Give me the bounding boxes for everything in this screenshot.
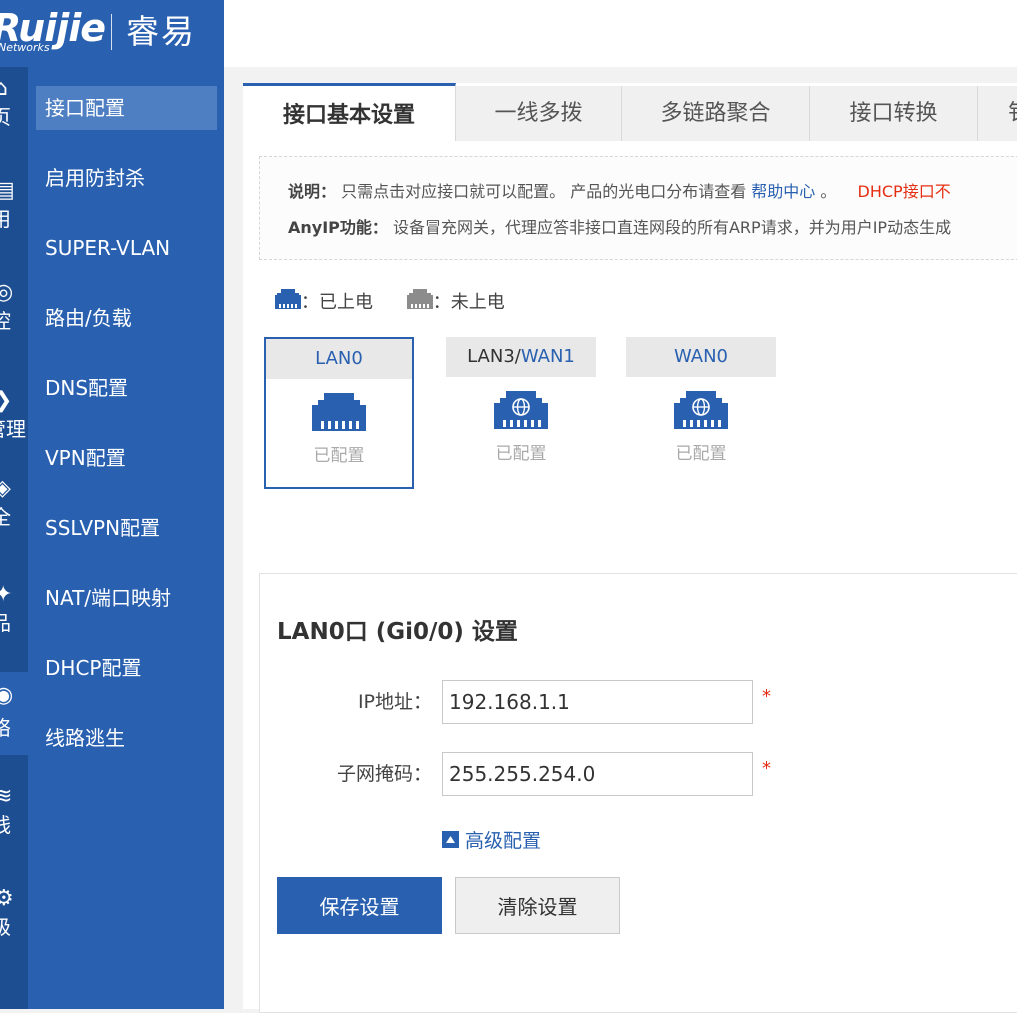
rail-item-monitor[interactable]: ◎ 控 [0,281,28,351]
menu-item-anti-block[interactable]: 启用防封杀 [36,156,217,200]
notice-line-1: 说明： 只需点击对应接口就可以配置。 产品的光电口分布请查看 帮助中心 。 DH… [288,181,951,203]
tab-more[interactable]: 钅 [978,86,1017,141]
rail-item-system[interactable]: ⚙ 级 [0,887,28,957]
content-panel: 接口基本设置 一线多拨 多链路聚合 接口转换 钅 说明： 只需点击对应接口就可以… [243,83,1017,1013]
collapse-triangle-icon [442,831,459,848]
menu-item-interface-config[interactable]: 接口配置 [36,86,217,130]
ip-address-label: IP地址： [357,691,432,713]
tab-bar: 接口基本设置 一线多拨 多链路聚合 接口转换 钅 [243,83,1017,141]
powered-port-icon [275,288,301,314]
anyip-text: 设备冒充网关，代理应答非接口直连网段的所有ARP请求，并为用户IP动态生成 [392,218,952,237]
notice-line-2: AnyIP功能： 设备冒充网关，代理应答非接口直连网段的所有ARP请求，并为用户… [288,217,951,239]
rail-item-label: 管理 [0,417,26,441]
rail-item-label: 控 [0,309,11,333]
rail-item-network[interactable]: ◉ 络 [0,672,28,755]
port-name: LAN3/WAN1 [446,337,596,377]
menu-item-line-failover[interactable]: 线路逃生 [36,716,217,760]
clear-button[interactable]: 清除设置 [455,877,620,934]
notice-text: 只需点击对应接口就可以配置。 产品的光电口分布请查看 [341,182,747,201]
legend-unpowered: ：未上电 [432,292,505,313]
wireless-icon: ≋ [0,784,13,809]
menu-item-vpn[interactable]: VPN配置 [36,436,217,480]
notice-period: 。 [820,182,837,201]
top-bar: Ruijie Networks 睿易 [0,0,1017,67]
advanced-icon: ✦ [0,582,13,607]
tab-multi-dial[interactable]: 一线多拨 [456,86,622,141]
wan-port-icon [674,391,728,433]
rail-item-apps[interactable]: ▤ 用 [0,179,28,249]
rail-item-label: 品 [0,611,11,635]
security-icon: ◈ [0,476,11,501]
menu-item-nat[interactable]: NAT/端口映射 [36,576,217,620]
product-name: 睿易 [126,12,196,51]
advanced-config-toggle[interactable]: 高级配置 [442,826,541,853]
port-status: 已配置 [495,444,547,464]
settings-title: LAN0口 (Gi0/0) 设置 [277,619,518,645]
port-legend: ：已上电 ：未上电 [275,288,533,314]
tab-interface-convert[interactable]: 接口转换 [810,86,978,141]
legend-powered: ：已上电 [301,292,373,313]
rail-item-label: 全 [0,505,11,529]
rail-item-manage[interactable]: ❯ 管理 [0,389,28,459]
port-lan3-wan1[interactable]: LAN3/WAN1 已配置 [446,337,596,489]
menu-item-dns[interactable]: DNS配置 [36,366,217,410]
advanced-config-label: 高级配置 [465,830,542,852]
port-status: 已配置 [313,446,365,466]
main-nav-rail: ⌂ 页 ▤ 用 ◎ 控 ❯ 管理 ◈ 全 ✦ 品 ◉ 络 ≋ 线 ⚙ 级 [0,67,28,1009]
port-status: 已配置 [675,444,727,464]
mask-required-mark: * [762,758,771,779]
rail-item-label: 页 [0,105,11,129]
tab-interface-basic[interactable]: 接口基本设置 [243,83,456,141]
help-center-link[interactable]: 帮助中心 [751,182,815,201]
rail-item-label: 线 [0,813,11,837]
rail-item-wireless[interactable]: ≋ 线 [0,785,28,855]
port-name: LAN0 [266,339,412,379]
wan-port-icon [494,391,548,433]
unpowered-port-icon [406,288,433,314]
rail-item-label: 络 [0,716,11,740]
interface-settings-panel: LAN0口 (Gi0/0) 设置 IP地址： * 子网掩码： * 高级配置 保存… [259,573,1017,1013]
port-name: WAN0 [626,337,776,377]
apps-icon: ▤ [0,178,15,203]
ip-address-input[interactable] [442,680,753,724]
menu-item-sslvpn[interactable]: SSLVPN配置 [36,506,217,550]
dhcp-warning: DHCP接口不 [857,182,951,201]
menu-item-dhcp[interactable]: DHCP配置 [36,646,217,690]
rail-item-label: 用 [0,207,11,231]
rail-item-label: 级 [0,915,11,939]
brand-subline: Networks [0,41,50,54]
save-button[interactable]: 保存设置 [277,877,442,934]
rail-item-home[interactable]: ⌂ 页 [0,77,28,147]
sub-menu: 接口配置 启用防封杀 SUPER-VLAN 路由/负载 DNS配置 VPN配置 … [28,67,224,1009]
brand-logo-area[interactable]: Ruijie Networks 睿易 [0,0,224,67]
menu-item-super-vlan[interactable]: SUPER-VLAN [36,226,217,270]
rail-item-security[interactable]: ◈ 全 [0,477,28,547]
notice-title: 说明： [288,182,337,201]
home-icon: ⌂ [0,76,8,101]
port-wan0[interactable]: WAN0 已配置 [626,337,776,489]
ethernet-port-icon [312,393,366,435]
rail-item-advanced[interactable]: ✦ 品 [0,583,28,653]
menu-item-routing[interactable]: 路由/负载 [36,296,217,340]
system-icon: ⚙ [0,886,14,911]
ip-required-mark: * [762,686,771,707]
manage-icon: ❯ [0,389,12,413]
network-icon: ◉ [0,683,14,708]
subnet-mask-input[interactable] [442,752,753,796]
brand-divider [111,14,112,50]
port-lan0[interactable]: LAN0 已配置 [264,337,414,489]
anyip-title: AnyIP功能： [288,218,388,237]
subnet-mask-label: 子网掩码： [336,763,432,785]
tab-link-aggregation[interactable]: 多链路聚合 [622,86,810,141]
monitor-icon: ◎ [0,280,14,305]
notice-box: 说明： 只需点击对应接口就可以配置。 产品的光电口分布请查看 帮助中心 。 DH… [259,156,1017,260]
